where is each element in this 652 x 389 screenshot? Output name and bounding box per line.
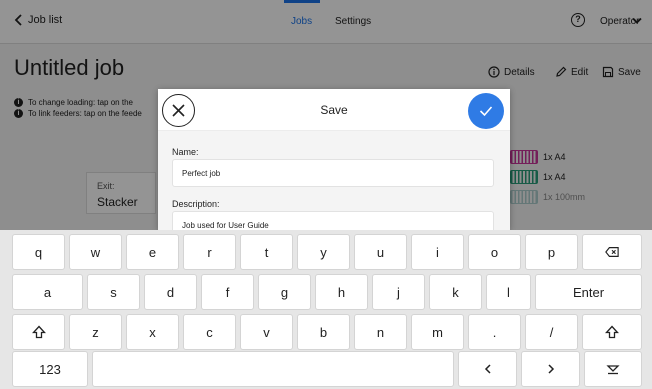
- key-b[interactable]: b: [297, 314, 350, 350]
- dialog-body: Name: Perfect job Description: Job used …: [158, 131, 510, 230]
- key-q[interactable]: q: [12, 234, 65, 270]
- key-a[interactable]: a: [12, 274, 83, 310]
- name-label: Name:: [172, 147, 199, 157]
- key-g[interactable]: g: [258, 274, 311, 310]
- key-p[interactable]: p: [525, 234, 578, 270]
- backspace-icon: [605, 247, 619, 257]
- key-k[interactable]: k: [429, 274, 482, 310]
- key-t[interactable]: t: [240, 234, 293, 270]
- key-y[interactable]: y: [297, 234, 350, 270]
- numbers-key[interactable]: 123: [12, 351, 88, 387]
- name-field[interactable]: Perfect job: [172, 159, 494, 187]
- on-screen-keyboard: q w e r t y u i o p a s d f g h j k l En…: [0, 230, 652, 389]
- shift-icon: [31, 325, 46, 339]
- key-slash[interactable]: /: [525, 314, 578, 350]
- cursor-right-key[interactable]: [521, 351, 580, 387]
- key-n[interactable]: n: [354, 314, 407, 350]
- key-c[interactable]: c: [183, 314, 236, 350]
- cursor-left-key[interactable]: [458, 351, 517, 387]
- key-m[interactable]: m: [411, 314, 464, 350]
- key-d[interactable]: d: [144, 274, 197, 310]
- key-l[interactable]: l: [486, 274, 531, 310]
- dialog-header: Save: [158, 89, 510, 131]
- checkmark-icon: [479, 106, 493, 117]
- description-field[interactable]: Job used for User Guide: [172, 211, 494, 230]
- key-x[interactable]: x: [126, 314, 179, 350]
- chevron-left-icon: [484, 364, 491, 374]
- key-u[interactable]: u: [354, 234, 407, 270]
- key-h[interactable]: h: [315, 274, 368, 310]
- key-i[interactable]: i: [411, 234, 464, 270]
- shift-key-left[interactable]: [12, 314, 65, 350]
- key-j[interactable]: j: [372, 274, 425, 310]
- key-o[interactable]: o: [468, 234, 521, 270]
- confirm-button[interactable]: [468, 93, 504, 129]
- key-v[interactable]: v: [240, 314, 293, 350]
- shift-key-right[interactable]: [582, 314, 642, 350]
- key-f[interactable]: f: [201, 274, 254, 310]
- backspace-key[interactable]: [582, 234, 642, 270]
- key-e[interactable]: e: [126, 234, 179, 270]
- key-s[interactable]: s: [87, 274, 140, 310]
- key-w[interactable]: w: [69, 234, 122, 270]
- space-key[interactable]: [92, 351, 454, 387]
- dialog-title: Save: [320, 103, 348, 117]
- enter-key[interactable]: Enter: [535, 274, 642, 310]
- description-label: Description:: [172, 199, 220, 209]
- chevron-right-icon: [547, 364, 554, 374]
- shift-icon: [605, 325, 619, 339]
- hide-keyboard-key[interactable]: [584, 351, 642, 387]
- key-z[interactable]: z: [69, 314, 122, 350]
- hide-keyboard-icon: [606, 365, 620, 375]
- key-r[interactable]: r: [183, 234, 236, 270]
- save-dialog: Save Name: Perfect job Description: Job …: [158, 89, 510, 230]
- key-period[interactable]: .: [468, 314, 521, 350]
